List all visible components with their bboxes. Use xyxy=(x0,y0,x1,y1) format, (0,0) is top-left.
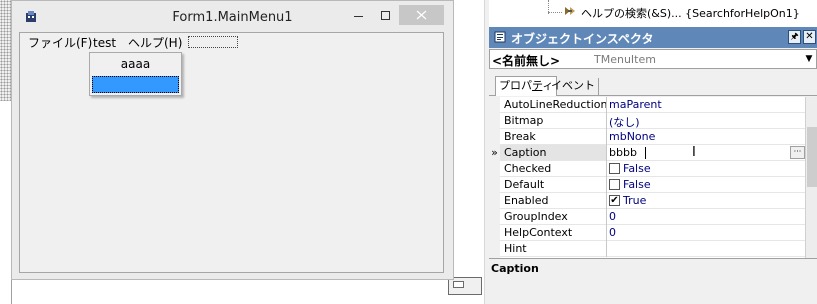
prop-row-default[interactable]: Default False xyxy=(500,177,805,193)
property-description-pane: Caption xyxy=(489,258,817,304)
close-icon[interactable]: ✕ xyxy=(803,30,816,44)
prop-row-break[interactable]: Break mbNone xyxy=(500,129,805,145)
object-selector[interactable]: <名前無し> TMenuItem ▼ xyxy=(489,49,817,69)
maximize-icon xyxy=(381,11,390,20)
prop-value: False xyxy=(623,178,651,191)
prop-name: AutoLineReduction xyxy=(504,98,608,111)
prop-name: Caption xyxy=(504,146,547,159)
submenu-dropdown: aaaa xyxy=(89,52,182,96)
prop-name: Break xyxy=(504,130,536,143)
prop-name: HelpContext xyxy=(504,226,573,239)
prop-row-helpcontext[interactable]: HelpContext 0 xyxy=(500,225,805,241)
prop-value[interactable]: bbbb xyxy=(609,146,637,159)
tree-connector xyxy=(548,12,562,14)
chevron-down-icon[interactable]: ▼ xyxy=(802,51,816,67)
description-title: Caption xyxy=(491,262,539,275)
tree-item-search-help[interactable]: ヘルプの検索(&S)... {SearchforHelpOn1} xyxy=(581,5,800,21)
text-caret xyxy=(645,147,646,159)
prop-row-checked[interactable]: Checked False xyxy=(500,161,805,177)
menu-bar: ファイル(F) test ヘルプ(H) xyxy=(20,33,443,53)
close-icon xyxy=(416,10,427,20)
object-type: TMenuItem xyxy=(594,53,656,66)
prop-value[interactable]: maParent xyxy=(609,98,662,111)
menu-test[interactable]: test xyxy=(93,35,116,51)
form-titlebar[interactable]: Form1.MainMenu1 xyxy=(12,1,453,32)
ibeam-cursor-icon: I xyxy=(692,145,696,160)
tab-properties-accelerator: テ xyxy=(532,79,543,92)
prop-row-groupindex[interactable]: GroupIndex 0 xyxy=(500,209,805,225)
prop-value[interactable]: 0 xyxy=(609,210,616,223)
minimize-button[interactable] xyxy=(345,5,372,25)
prop-row-bitmap[interactable]: Bitmap (なし) xyxy=(500,113,805,129)
prop-row-enabled[interactable]: Enabled ✔ True xyxy=(500,193,805,209)
prop-value[interactable]: mbNone xyxy=(609,130,655,143)
tab-properties-label: プロパ xyxy=(499,79,532,92)
tab-events[interactable]: イベント xyxy=(548,78,599,95)
form-client-area: ファイル(F) test ヘルプ(H) xyxy=(19,32,444,273)
design-grid-dots xyxy=(0,0,11,101)
object-name: <名前無し> xyxy=(492,54,561,68)
checkbox[interactable] xyxy=(609,179,620,190)
property-grid: » AutoLineReduction maParent Bitmap (なし)… xyxy=(489,97,817,258)
close-button[interactable] xyxy=(399,5,444,25)
pin-icon[interactable]: 🖈 xyxy=(788,30,801,44)
prop-name: Checked xyxy=(504,162,552,175)
grid-scrollbar[interactable] xyxy=(805,97,817,258)
inspector-icon xyxy=(494,31,506,43)
inspector-titlebar[interactable]: オブジェクトインスペクタ 🖈 ✕ xyxy=(489,27,817,48)
prop-value[interactable]: 0 xyxy=(609,226,616,239)
prop-row-caption[interactable]: Caption bbbb I ··· xyxy=(500,145,805,161)
scrollbar-thumb[interactable] xyxy=(807,127,817,187)
grid-gutter xyxy=(489,97,500,258)
checkbox[interactable] xyxy=(609,163,620,174)
prop-name: Bitmap xyxy=(504,114,544,127)
inspector-title: オブジェクトインスペクタ xyxy=(511,32,654,46)
menu-designer-window: Form1.MainMenu1 ファイル(F) test ヘルプ(H) xyxy=(11,0,454,280)
prop-name: GroupIndex xyxy=(504,210,568,223)
ellipsis-button[interactable]: ··· xyxy=(790,146,805,159)
checkbox-checked[interactable]: ✔ xyxy=(609,195,620,206)
prop-name: Default xyxy=(504,178,545,191)
menu-help[interactable]: ヘルプ(H) xyxy=(128,35,182,51)
inspector-tabs: プロパティ イベント xyxy=(489,74,817,96)
prop-name: Hint xyxy=(504,242,527,255)
new-menu-placeholder[interactable] xyxy=(188,36,238,48)
prop-value[interactable]: (なし) xyxy=(609,114,640,130)
prop-row-autolinereduction[interactable]: AutoLineReduction maParent xyxy=(500,97,805,113)
minimize-icon xyxy=(354,16,363,17)
prop-value: True xyxy=(623,194,647,207)
object-inspector: オブジェクトインスペクタ 🖈 ✕ <名前無し> TMenuItem ▼ プロパテ… xyxy=(489,27,817,304)
prop-name: Enabled xyxy=(504,194,549,207)
menu-file[interactable]: ファイル(F) xyxy=(28,35,92,51)
prop-row-hint[interactable]: Hint xyxy=(500,241,805,257)
submenu-item-aaaa[interactable]: aaaa xyxy=(90,55,181,73)
submenu-item-selected[interactable] xyxy=(92,76,179,93)
prop-value: False xyxy=(623,162,651,175)
menu-item-icon xyxy=(565,7,575,15)
maximize-button[interactable] xyxy=(372,5,399,25)
current-row-marker: » xyxy=(491,146,498,159)
